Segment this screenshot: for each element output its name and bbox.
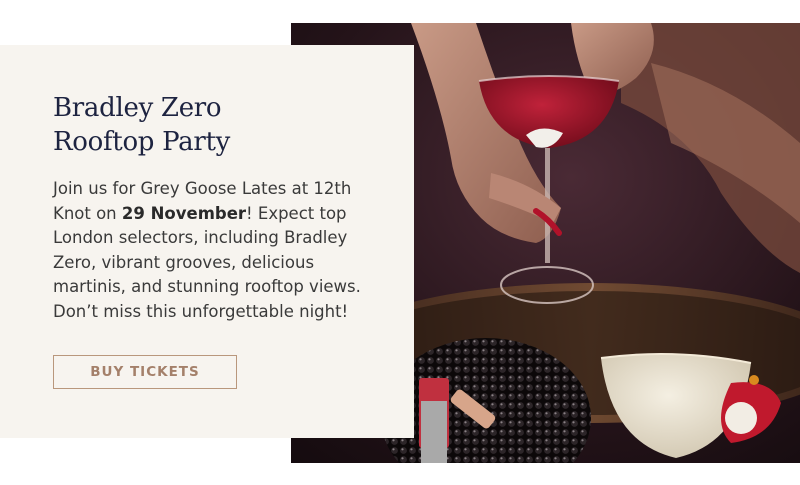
event-title: Bradley Zero Rooftop Party: [53, 91, 353, 159]
event-title-line-1: Bradley Zero: [53, 93, 222, 123]
event-info-card: Bradley Zero Rooftop Party Join us for G…: [0, 45, 414, 438]
event-description: Join us for Grey Goose Lates at 12th Kno…: [53, 177, 383, 324]
buy-tickets-button[interactable]: BUY TICKETS: [53, 355, 237, 389]
event-title-line-2: Rooftop Party: [53, 127, 231, 157]
event-date: 29 November: [121, 203, 247, 223]
